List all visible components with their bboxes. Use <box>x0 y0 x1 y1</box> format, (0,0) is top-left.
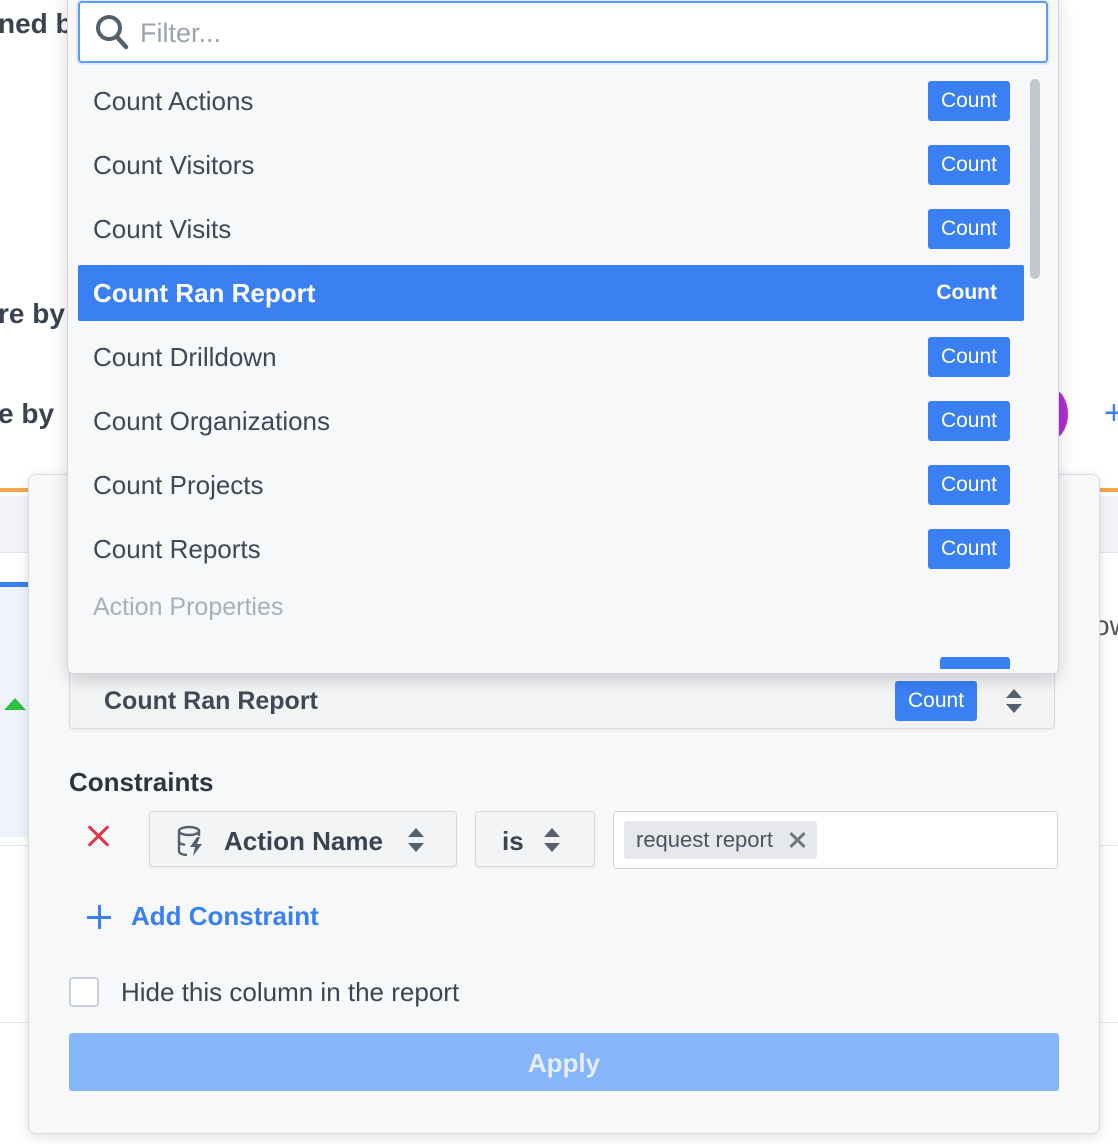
hide-column-label: Hide this column in the report <box>121 977 460 1007</box>
dropdown-option[interactable]: Count Organizations Count <box>78 393 1024 449</box>
dropdown-option[interactable]: Count Actions Count <box>78 73 1024 129</box>
constraint-operator-select[interactable]: is <box>475 811 595 867</box>
add-constraint-label: Add Constraint <box>131 901 319 931</box>
selected-measure-select[interactable]: Count Ran Report Count <box>69 673 1055 729</box>
filter-input[interactable] <box>138 11 1022 55</box>
option-badge: Count <box>927 145 1010 185</box>
constraint-value-input[interactable]: request report <box>613 811 1058 869</box>
value-tag-label: request report <box>636 827 773 852</box>
option-label: Count Reports <box>93 534 261 564</box>
option-badge: Count <box>927 529 1010 569</box>
selected-measure-badge: Count <box>895 681 978 721</box>
dropdown-option[interactable]: Count Drilldown Count <box>78 329 1024 385</box>
sort-arrows-icon <box>1006 689 1022 713</box>
dropdown-option[interactable]: Count Projects Count <box>78 457 1024 513</box>
scrollbar-thumb[interactable] <box>1030 79 1040 279</box>
option-badge: Count <box>927 337 1010 377</box>
value-tag: request report <box>624 821 817 859</box>
background-text-1: ned b <box>0 8 73 39</box>
option-label: Count Visitors <box>93 150 255 180</box>
option-badge: Count <box>927 209 1010 249</box>
option-badge: Count <box>936 281 997 304</box>
constraint-operator-label: is <box>502 826 524 856</box>
background-text-3: e by <box>0 398 55 429</box>
option-label: Count Organizations <box>93 406 331 436</box>
option-label: Count Actions <box>93 86 254 116</box>
option-badge: Count <box>927 81 1010 121</box>
option-label: Count Ran Report <box>93 278 316 308</box>
dropdown-option[interactable]: Count Visits Count <box>78 201 1024 257</box>
dropdown-option[interactable]: Count Visitors Count <box>78 137 1024 193</box>
apply-button[interactable]: Apply <box>69 1033 1059 1091</box>
plus-icon <box>87 905 111 929</box>
constraint-field-select[interactable]: Action Name <box>149 811 457 867</box>
trend-up-icon <box>4 698 26 710</box>
option-label: Count Visits <box>93 214 232 244</box>
constraint-field-label: Action Name <box>224 826 383 856</box>
sort-arrows-icon <box>544 828 560 852</box>
option-label: Count Drilldown <box>93 342 277 372</box>
constraints-heading: Constraints <box>69 767 214 797</box>
selected-measure-label: Count Ran Report <box>104 687 318 715</box>
dropdown-option-selected[interactable]: Count Ran Report Count <box>78 265 1024 321</box>
dropdown-option[interactable]: Count Reports Count <box>78 521 1024 577</box>
option-badge: Count <box>927 465 1010 505</box>
hide-column-checkbox[interactable] <box>69 977 99 1007</box>
option-badge-partial <box>940 657 1010 669</box>
option-badge: Count <box>927 401 1010 441</box>
group-header: Action Properties <box>93 593 284 621</box>
remove-tag-icon[interactable] <box>787 830 807 850</box>
event-property-icon <box>177 825 202 857</box>
sort-arrows-icon <box>408 828 424 852</box>
background-text-2: re by <box>0 298 65 329</box>
option-label: Count Projects <box>93 470 264 500</box>
filter-box <box>78 1 1048 63</box>
search-icon <box>96 15 129 50</box>
measure-dropdown: Count Actions Count Count Visitors Count… <box>67 0 1059 674</box>
remove-constraint-icon[interactable] <box>85 821 111 851</box>
background-add-icon: + <box>1104 394 1118 432</box>
